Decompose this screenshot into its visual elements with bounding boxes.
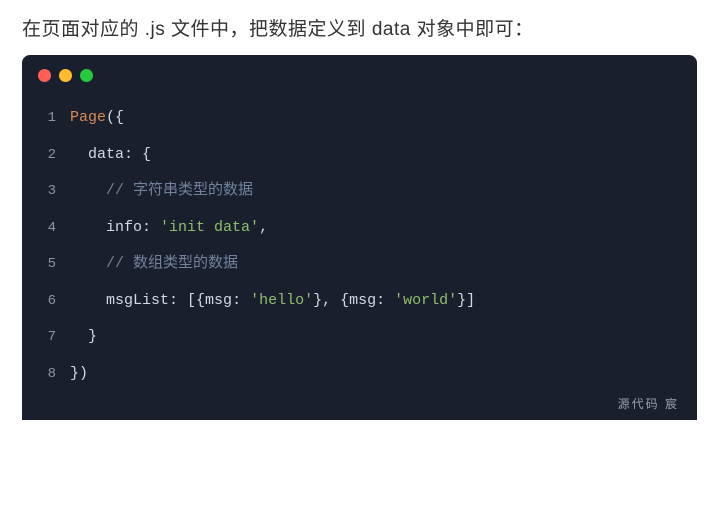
code-line: 7 }	[22, 319, 697, 356]
line-content: })	[70, 363, 88, 386]
code-line: 4 info: 'init data',	[22, 210, 697, 247]
code-token: })	[70, 365, 88, 382]
line-content: info: 'init data',	[70, 217, 268, 240]
code-token: msg	[349, 292, 376, 309]
code-line: 2 data: {	[22, 137, 697, 174]
code-line: 3 // 字符串类型的数据	[22, 173, 697, 210]
code-token: }]	[457, 292, 475, 309]
window-controls	[22, 55, 697, 92]
code-token: info	[106, 219, 142, 236]
line-number: 5	[22, 254, 70, 275]
code-token: ,	[259, 219, 268, 236]
line-content: // 字符串类型的数据	[70, 180, 253, 203]
watermark: 源代码 宸	[618, 395, 679, 412]
line-number: 8	[22, 364, 70, 385]
code-token	[70, 146, 88, 163]
code-token: 'hello'	[250, 292, 313, 309]
code-token: 'init data'	[160, 219, 259, 236]
code-token: // 字符串类型的数据	[106, 182, 253, 199]
code-window: 1Page({2 data: {3 // 字符串类型的数据4 info: 'in…	[22, 55, 697, 420]
code-line: 1Page({	[22, 100, 697, 137]
code-token: msg	[205, 292, 232, 309]
code-line: 6 msgList: [{msg: 'hello'}, {msg: 'world…	[22, 283, 697, 320]
code-token: Page	[70, 109, 106, 126]
line-content: data: {	[70, 144, 151, 167]
code-token: :	[376, 292, 394, 309]
code-token: }, {	[313, 292, 349, 309]
line-content: Page({	[70, 107, 124, 130]
code-token	[70, 219, 106, 236]
code-line: 8})	[22, 356, 697, 393]
code-token: :	[232, 292, 250, 309]
code-token: ({	[106, 109, 124, 126]
code-token: :	[142, 219, 160, 236]
line-number: 7	[22, 327, 70, 348]
code-token: : [{	[169, 292, 205, 309]
line-content: msgList: [{msg: 'hello'}, {msg: 'world'}…	[70, 290, 475, 313]
code-token	[70, 255, 106, 272]
code-token: }	[70, 328, 97, 345]
code-token: // 数组类型的数据	[106, 255, 238, 272]
code-body: 1Page({2 data: {3 // 字符串类型的数据4 info: 'in…	[22, 92, 697, 392]
section-heading: 在页面对应的 .js 文件中，把数据定义到 data 对象中即可：	[0, 0, 719, 55]
code-token: : {	[124, 146, 151, 163]
code-token	[70, 182, 106, 199]
code-line: 5 // 数组类型的数据	[22, 246, 697, 283]
code-token	[70, 292, 106, 309]
code-token: data	[88, 146, 124, 163]
line-content: }	[70, 326, 97, 349]
close-icon	[38, 69, 51, 82]
code-token: 'world'	[394, 292, 457, 309]
line-content: // 数组类型的数据	[70, 253, 238, 276]
minimize-icon	[59, 69, 72, 82]
line-number: 3	[22, 181, 70, 202]
line-number: 4	[22, 218, 70, 239]
maximize-icon	[80, 69, 93, 82]
line-number: 2	[22, 145, 70, 166]
line-number: 6	[22, 291, 70, 312]
line-number: 1	[22, 108, 70, 129]
code-token: msgList	[106, 292, 169, 309]
